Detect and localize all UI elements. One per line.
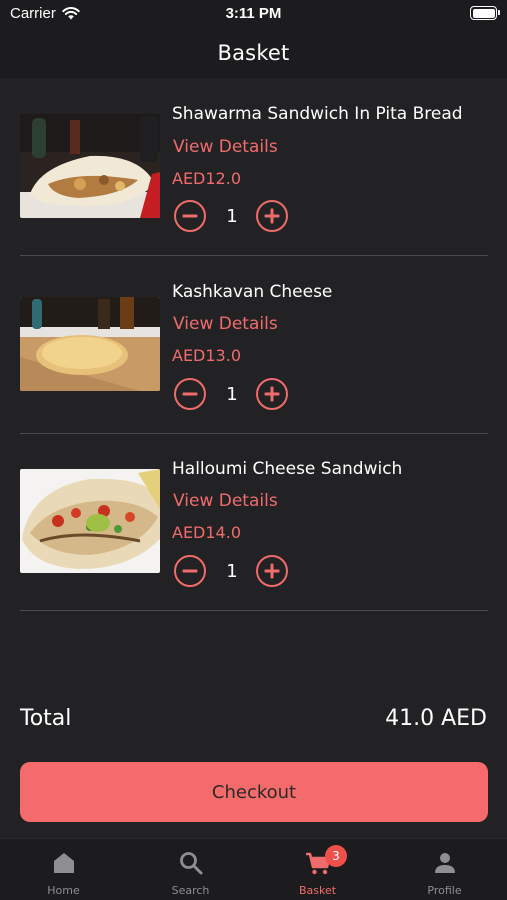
quantity-value: 1: [226, 206, 238, 227]
view-details-link[interactable]: View Details: [173, 314, 278, 334]
nav-bar: Basket: [0, 28, 507, 78]
increase-quantity-button[interactable]: [256, 555, 288, 587]
decrease-quantity-button[interactable]: [174, 378, 206, 410]
tab-search[interactable]: Search: [127, 839, 254, 900]
increase-quantity-button[interactable]: [256, 378, 288, 410]
decrease-quantity-button[interactable]: [174, 200, 206, 232]
total-value: 41.0 AED: [385, 706, 487, 731]
tab-basket[interactable]: 3 Basket: [254, 839, 381, 900]
basket-item: Shawarma Sandwich In Pita Bread View Det…: [20, 78, 488, 256]
item-image-shawarma[interactable]: [20, 114, 160, 218]
battery-icon: [470, 6, 500, 20]
quantity-value: 1: [226, 384, 238, 405]
page-title: Basket: [217, 41, 290, 65]
item-price: AED12.0: [172, 169, 241, 188]
quantity-value: 1: [226, 561, 238, 582]
total-label: Total: [20, 706, 72, 731]
item-price: AED14.0: [172, 523, 241, 542]
tab-label: Profile: [427, 884, 462, 897]
basket-item: Halloumi Cheese Sandwich View Details AE…: [20, 433, 488, 611]
item-name: Kashkavan Cheese: [172, 282, 333, 302]
item-price: AED13.0: [172, 346, 241, 365]
basket-item: Kashkavan Cheese View Details AED13.0 1: [20, 256, 488, 434]
home-icon: [53, 853, 74, 873]
cart-count-badge: 3: [325, 845, 347, 867]
tab-label: Search: [171, 884, 210, 897]
tab-label: Home: [47, 884, 80, 897]
decrease-quantity-button[interactable]: [174, 555, 206, 587]
status-bar: Carrier 3:11 PM: [0, 0, 507, 28]
view-details-link[interactable]: View Details: [173, 137, 278, 157]
item-image-kashkavan[interactable]: [20, 297, 160, 391]
person-icon: [434, 853, 455, 873]
item-image-halloumi[interactable]: [20, 469, 160, 573]
tab-label: Basket: [298, 884, 337, 897]
item-name: Halloumi Cheese Sandwich: [172, 459, 403, 479]
search-icon: [179, 852, 202, 875]
checkout-button[interactable]: Checkout: [20, 762, 488, 822]
view-details-link[interactable]: View Details: [173, 491, 278, 511]
tab-home[interactable]: Home: [0, 839, 127, 900]
item-name: Shawarma Sandwich In Pita Bread: [172, 104, 463, 124]
status-time: 3:11 PM: [225, 5, 282, 22]
tab-profile[interactable]: Profile: [381, 839, 507, 900]
increase-quantity-button[interactable]: [256, 200, 288, 232]
tab-bar: Home Search 3 Basket Profile: [0, 838, 507, 900]
